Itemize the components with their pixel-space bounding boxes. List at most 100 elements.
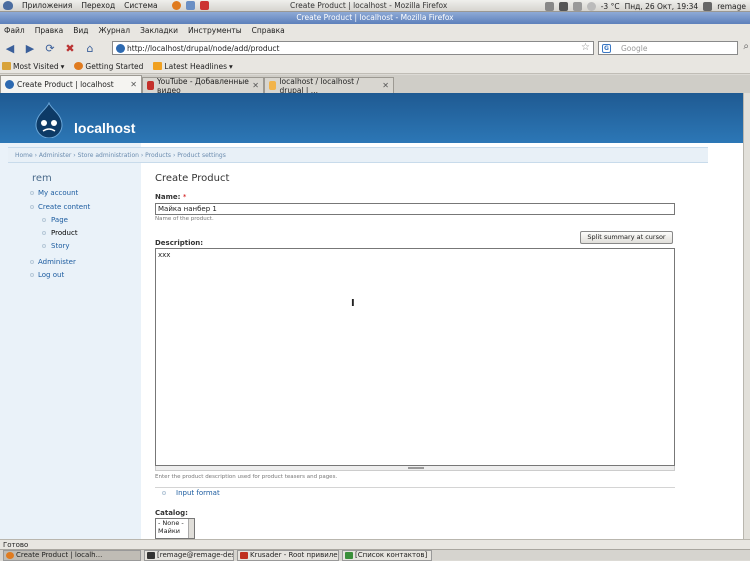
back-icon[interactable]: ◀ [3,41,17,55]
drupal-logo-icon[interactable] [34,102,64,138]
menu-history[interactable]: Журнал [99,26,131,35]
menu-file[interactable]: Файл [4,26,25,35]
description-help-text: Enter the product description used for p… [155,474,338,480]
bullet-icon [30,191,34,195]
sidebar-item-page[interactable]: Page [51,216,68,224]
user-name[interactable]: remage [717,2,746,11]
close-tab-icon[interactable]: ✕ [252,81,259,90]
bookmark-most-visited[interactable]: Most Visited ▾ [2,62,64,71]
home-icon[interactable]: ⌂ [83,41,97,55]
tab-label[interactable]: localhost / localhost / drupal | ... [279,77,379,95]
panel-menu-applications[interactable]: Приложения [22,1,72,10]
taskbar-label[interactable]: Krusader - Root привиле... [250,551,338,559]
url-bar[interactable]: http://localhost/drupal/node/add/product… [112,41,594,55]
taskbar-item-terminal[interactable]: [remage@remage-deskto... [144,550,234,561]
gnome-foot-icon[interactable] [3,1,13,10]
name-help-text: Name of the product. [155,216,214,222]
clock-label[interactable]: Пнд, 26 Окт, 19:34 [625,2,699,11]
firefox-launcher-icon[interactable] [171,1,181,10]
bookmark-latest-headlines[interactable]: Latest Headlines ▾ [153,62,233,71]
panel-menu-system[interactable]: Система [124,1,157,10]
url-text[interactable]: http://localhost/drupal/node/add/product [127,44,279,53]
taskbar-item-krusader[interactable]: Krusader - Root привиле... [237,550,339,561]
network-icon[interactable] [544,1,554,11]
menu-bookmarks[interactable]: Закладки [140,26,178,35]
mail-launcher-icon[interactable] [185,1,195,10]
bookmark-label[interactable]: Most Visited [13,62,59,71]
page-viewport: localhost Home › Administer › Store admi… [0,93,743,539]
sidebar-title: rem [32,173,52,184]
menu-tools[interactable]: Инструменты [188,26,242,35]
panel-menu-places[interactable]: Переход [81,1,115,10]
description-label: Description: [155,239,204,247]
sidebar-item-create-content[interactable]: Create content [38,203,90,211]
bookmark-star-icon[interactable]: ☆ [581,42,590,54]
menu-help[interactable]: Справка [252,26,285,35]
menu-view[interactable]: Вид [73,26,88,35]
split-summary-button[interactable]: Split summary at cursor [580,231,673,244]
taskbar: Create Product | localh... [remage@remag… [0,549,750,561]
bullet-icon [162,491,166,495]
window-titlebar[interactable]: Create Product | localhost - Mozilla Fir… [0,12,750,24]
input-format-toggle[interactable]: Input format [176,489,220,497]
close-tab-icon[interactable]: ✕ [382,81,389,90]
textarea-resize-grip[interactable] [155,466,675,471]
taskbar-label[interactable]: [Список контактов] [355,551,427,559]
catalog-label: Catalog: [155,509,188,517]
phpmyadmin-favicon-icon [269,81,277,90]
sidebar-item-administer[interactable]: Administer [38,258,76,266]
close-tab-icon[interactable]: ✕ [130,80,137,89]
stop-icon[interactable]: ✖ [63,41,77,55]
taskbar-label[interactable]: [remage@remage-deskto... [157,551,233,559]
catalog-select[interactable]: - None - Майки [155,518,195,539]
drupal-favicon-icon [5,80,14,89]
bluetooth-icon[interactable] [558,1,568,11]
taskbar-item-firefox[interactable]: Create Product | localh... [3,550,141,561]
description-textarea[interactable]: xxx [155,248,675,466]
volume-icon[interactable] [572,1,582,11]
breadcrumb[interactable]: Home › Administer › Store administration… [8,147,708,163]
bullet-icon [30,205,34,209]
sidebar-item-story[interactable]: Story [51,242,70,250]
bullet-icon [42,244,46,248]
page-scrollbar[interactable] [743,93,750,539]
site-name[interactable]: localhost [74,120,135,136]
tab-label[interactable]: YouTube - Добавленные видео [157,77,249,95]
search-placeholder[interactable]: Google [621,44,647,53]
browser-menubar: Файл Правка Вид Журнал Закладки Инструме… [0,24,750,37]
taskbar-item-contacts[interactable]: [Список контактов] [342,550,432,561]
temperature-label[interactable]: -3 °C [601,2,620,11]
help-launcher-icon[interactable] [199,1,209,10]
tab-label[interactable]: Create Product | localhost [17,80,114,89]
bookmark-getting-started[interactable]: Getting Started [74,62,143,71]
taskbar-label[interactable]: Create Product | localh... [16,551,102,559]
bookmarks-toolbar: Most Visited ▾ Getting Started Latest He… [0,59,750,74]
sidebar-item-my-account[interactable]: My account [38,189,78,197]
google-icon[interactable]: G [602,44,611,53]
reload-icon[interactable]: ⟳ [43,41,57,55]
menu-edit[interactable]: Правка [35,26,64,35]
firefox-icon [74,62,84,70]
bullet-icon [42,231,46,235]
chevron-down-icon[interactable]: ▾ [61,62,65,71]
folder-icon [2,62,11,70]
weather-icon [586,1,596,11]
bookmark-label[interactable]: Latest Headlines [164,62,227,71]
select-scrollbar[interactable] [188,519,194,538]
name-label-text: Name: [155,193,181,201]
tab-create-product[interactable]: Create Product | localhost ✕ [0,75,142,93]
bookmark-label[interactable]: Getting Started [85,62,143,71]
chevron-down-icon[interactable]: ▾ [229,62,233,71]
search-icon[interactable]: ⌕ [743,41,749,52]
forward-icon[interactable]: ▶ [23,41,37,55]
grip-lines [408,467,424,469]
name-field[interactable]: Майка нанбер 1 [155,203,675,215]
sidebar-item-product[interactable]: Product [51,229,78,237]
bullet-icon [42,218,46,222]
tab-youtube[interactable]: YouTube - Добавленные видео ✕ [142,77,264,95]
search-box[interactable]: G Google ⌕ [598,41,749,55]
tab-phpmyadmin[interactable]: localhost / localhost / drupal | ... ✕ [264,77,394,95]
sidebar-item-log-out[interactable]: Log out [38,271,64,279]
required-marker: * [182,193,187,201]
bullet-icon [30,273,34,277]
